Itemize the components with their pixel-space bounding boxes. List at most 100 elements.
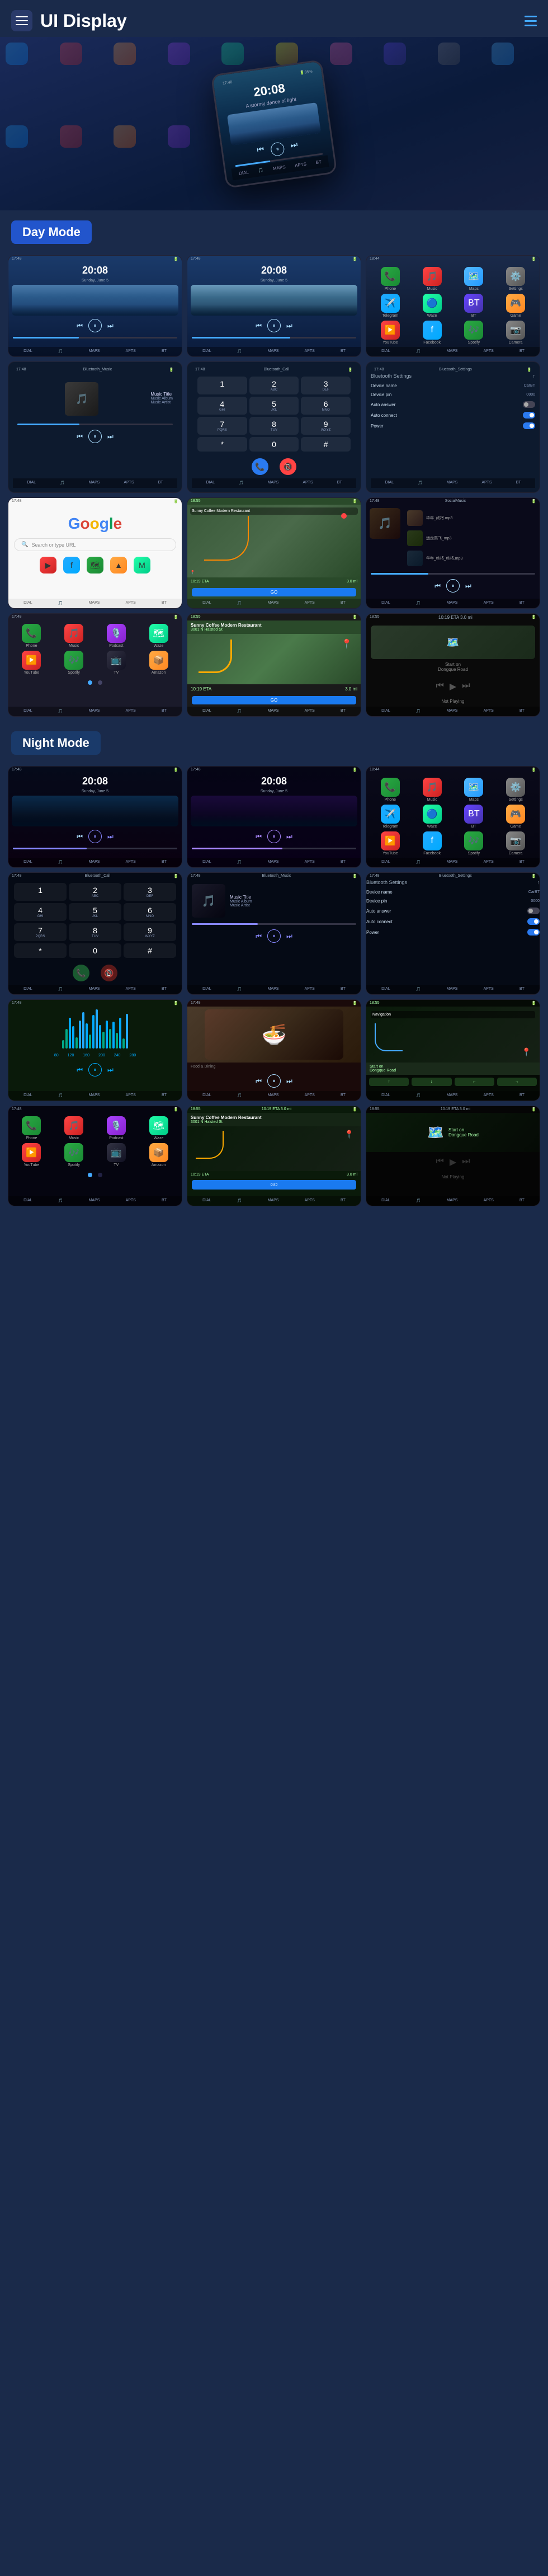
np-prev[interactable]: ⏮ [436,681,443,692]
nm-dial-star[interactable]: * [14,943,67,958]
wave-next[interactable]: ⏭ [107,1066,114,1074]
nm-ios-amazon[interactable]: 📦Amazon [139,1143,178,1167]
nm-app-phone[interactable]: 📞Phone [371,778,410,802]
dial-0[interactable]: 0 [249,437,299,452]
app-phone[interactable]: 📞Phone [371,267,410,291]
dial-6[interactable]: 6MNO [301,397,351,415]
nm-ios-phone[interactable]: 📞Phone [12,1116,51,1140]
nm-nav-btn-1[interactable]: ↑ [369,1078,409,1086]
app-bt[interactable]: BTBT [455,294,494,318]
nm-app-extra[interactable]: 🎮Game [496,805,535,829]
nm-dial-0[interactable]: 0 [69,943,121,958]
google-search-bar[interactable]: 🔍 Search or type URL [14,538,176,551]
nm-dial-6[interactable]: 6MNO [124,903,176,921]
google-maps[interactable]: 🗺 [87,557,103,574]
nm-app-fb[interactable]: fFacebook [413,831,452,855]
page-dot-1[interactable] [88,680,92,685]
bt-prev[interactable]: ⏮ [77,433,83,441]
nm-prev-1[interactable]: ⏮ [77,833,83,841]
nm-app-music[interactable]: 🎵Music [413,778,452,802]
power-toggle[interactable] [523,422,535,429]
social-next[interactable]: ⏭ [465,582,471,590]
nm-app-yt[interactable]: ▶️YouTube [371,831,410,855]
dial-9[interactable]: 9WXYZ [301,417,351,435]
nm-app-spotify[interactable]: 🎶Spotify [455,831,494,855]
app-waze[interactable]: 🔵Waze [413,294,452,318]
nm-prev-2[interactable]: ⏮ [256,833,262,841]
nm-play-1[interactable]: ⏸ [88,830,102,843]
dial-1[interactable]: 1 [197,377,247,394]
nm-app-bt[interactable]: BTBT [455,805,494,829]
nm-dial-1[interactable]: 1 [14,883,67,901]
app-telegram[interactable]: ✈️Telegram [371,294,410,318]
nm-page-dot-2[interactable] [98,1173,102,1177]
nm-app-settings[interactable]: ⚙️Settings [496,778,535,802]
hero-prev-btn[interactable]: ⏮ [256,144,265,159]
nm-music-next[interactable]: ⏭ [286,932,292,941]
google-meet[interactable]: M [134,557,150,574]
google-yt[interactable]: ▶ [40,557,56,574]
nm-navc-map[interactable]: 📍 [187,1126,361,1171]
food-prev[interactable]: ⏮ [256,1077,262,1085]
social-track-3[interactable]: 华年_终将_终将.mp3 [404,548,536,568]
nav-lines[interactable] [525,16,537,26]
nm-app-maps[interactable]: 🗺️Maps [455,778,494,802]
auto-connect-toggle[interactable] [523,412,535,419]
nm-music-play[interactable]: ⏸ [267,929,281,943]
menu-icon[interactable] [11,10,32,31]
app-spotify[interactable]: 🎶Spotify [455,321,494,345]
nm-nav-btn-4[interactable]: → [497,1078,537,1086]
app-maps[interactable]: 🗺️Maps [455,267,494,291]
app-facebook[interactable]: fFacebook [413,321,452,345]
prev-btn-1[interactable]: ⏮ [77,322,83,330]
ios-appletv[interactable]: 📺TV [97,651,136,675]
nm-ios-youtube[interactable]: ▶️YouTube [12,1143,51,1167]
ios-amazon[interactable]: 📦Amazon [139,651,178,675]
nm-dial-3[interactable]: 3DEF [124,883,176,901]
next-btn-2[interactable]: ⏭ [286,322,292,330]
dial-8[interactable]: 8TUV [249,417,299,435]
nm-dial-8[interactable]: 8TUV [69,923,121,941]
nm-auto-connect-toggle[interactable] [527,918,540,925]
dial-4[interactable]: 4GHI [197,397,247,415]
nm-ios-podcast[interactable]: 🎙️Podcast [97,1116,136,1140]
nm-call-btn[interactable]: 📞 [73,965,89,981]
app-extra[interactable]: 🎮Game [496,294,535,318]
app-youtube[interactable]: ▶️YouTube [371,321,410,345]
social-prev[interactable]: ⏮ [434,582,441,590]
next-btn-1[interactable]: ⏭ [107,322,114,330]
ios-spotify[interactable]: 🎶Spotify [54,651,94,675]
nm-page-dot-1[interactable] [88,1173,92,1177]
dial-7[interactable]: 7PQRS [197,417,247,435]
nm-np-prev[interactable]: ⏮ [436,1157,443,1168]
dial-hash[interactable]: # [301,437,351,452]
food-next[interactable]: ⏭ [286,1077,292,1085]
app-camera[interactable]: 📷Camera [496,321,535,345]
google-fb[interactable]: f [63,557,80,574]
nm-ios-tv[interactable]: 📺TV [97,1143,136,1167]
ios-phone[interactable]: 📞Phone [12,624,51,648]
nm-app-camera[interactable]: 📷Camera [496,831,535,855]
social-track-2[interactable]: 远走高飞_mp3 [404,528,536,548]
nm-ios-spotify[interactable]: 🎶Spotify [54,1143,94,1167]
dial-2[interactable]: 2ABC [249,377,299,394]
nm-play-2[interactable]: ⏸ [267,830,281,843]
nm-np-next[interactable]: ⏭ [462,1157,470,1168]
nm-dial-9[interactable]: 9WXYZ [124,923,176,941]
app-settings[interactable]: ⚙️Settings [496,267,535,291]
food-play[interactable]: ⏸ [267,1074,281,1088]
nm-next-1[interactable]: ⏭ [107,833,114,841]
map-view[interactable]: Sunny Coffee Modern Restaurant 📍 [187,505,361,577]
nm-nav-map[interactable]: Navigation 📍 [366,1007,540,1063]
ios-music[interactable]: 🎵Music [54,624,94,648]
nm-ios-waze[interactable]: 🗺Waze [139,1116,178,1140]
nav-go-btn[interactable]: GO [192,696,356,704]
nm-dial-hash[interactable]: # [124,943,176,958]
google-drive[interactable]: ▲ [110,557,127,574]
wave-prev[interactable]: ⏮ [77,1066,83,1074]
np-play[interactable]: ▶ [450,681,456,692]
nm-dial-5[interactable]: 5JKL [69,903,121,921]
nm-nav-btn-2[interactable]: ↓ [412,1078,451,1086]
bt-play[interactable]: ⏸ [88,430,102,443]
nm-power-toggle[interactable] [527,929,540,936]
